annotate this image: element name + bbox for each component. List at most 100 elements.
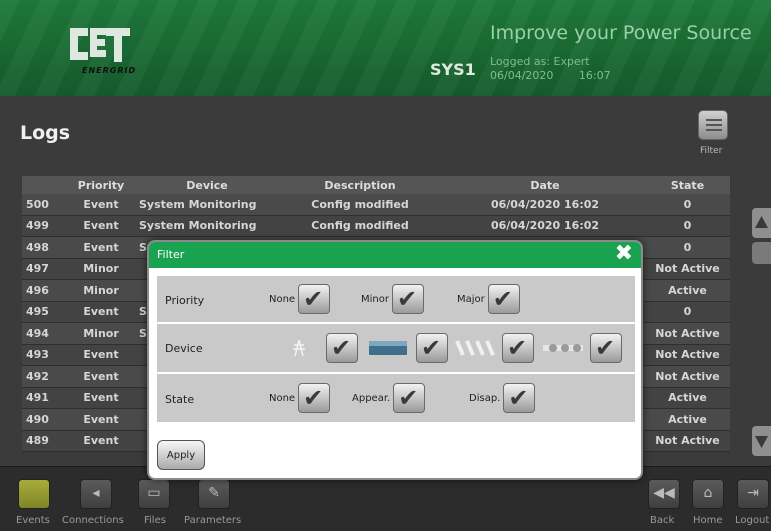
- current-date: 06/04/2020: [490, 69, 554, 82]
- state-label: State: [165, 393, 195, 406]
- state-disap-checkbox[interactable]: [503, 383, 536, 413]
- priority-none-option[interactable]: None: [269, 284, 331, 314]
- priority-minor-checkbox[interactable]: [391, 284, 424, 314]
- cell-priority: Event: [83, 348, 119, 362]
- device-label: Device: [165, 342, 203, 355]
- cell-state: Not Active: [655, 369, 720, 383]
- cell-device: System Monitoring: [139, 219, 257, 233]
- logout-label: Logout: [735, 515, 770, 526]
- cell-id: 495: [26, 305, 49, 319]
- device-battery-checkbox[interactable]: [416, 333, 448, 363]
- cell-date: 06/04/2020 16:02: [490, 197, 600, 211]
- cell-priority: Event: [83, 434, 119, 448]
- filter-button[interactable]: [698, 110, 728, 140]
- chain-icon: [543, 344, 583, 352]
- cell-id: 496: [26, 283, 49, 297]
- events-label: Events: [16, 515, 50, 526]
- filter-icon: [706, 119, 722, 121]
- device-link-checkbox[interactable]: [590, 333, 622, 363]
- scroll-up-button[interactable]: [752, 208, 771, 238]
- cet-logo: [70, 28, 130, 62]
- cell-priority: Minor: [83, 262, 119, 276]
- option-label: Disap.: [469, 392, 501, 404]
- files-button[interactable]: ▭: [138, 479, 170, 509]
- cell-state: Not Active: [655, 262, 720, 276]
- col-device: Device: [186, 178, 228, 192]
- cell-id: 498: [26, 240, 49, 254]
- filter-icon-bar: [706, 124, 722, 126]
- cell-device: System Monitoring: [139, 197, 257, 211]
- home-button[interactable]: ⌂: [692, 479, 724, 509]
- device-converter-checkbox[interactable]: [502, 333, 534, 363]
- close-icon[interactable]: ✖: [615, 243, 633, 265]
- state-appear-option[interactable]: Appear.: [352, 383, 426, 413]
- device-grid-checkbox[interactable]: [326, 333, 358, 363]
- state-appear-checkbox[interactable]: [393, 383, 426, 413]
- cell-state: Not Active: [655, 434, 720, 448]
- connections-icon: ◂: [92, 485, 100, 501]
- device-converter-option[interactable]: [453, 333, 534, 363]
- datetime: 06/04/2020 16:07: [490, 69, 633, 82]
- filter-icon-bar: [706, 129, 722, 131]
- system-name: SYS1: [430, 60, 476, 79]
- option-label: Appear.: [352, 392, 391, 404]
- logout-button[interactable]: ⇥: [737, 479, 769, 509]
- priority-none-checkbox[interactable]: [298, 284, 331, 314]
- current-time: 16:07: [578, 69, 611, 82]
- cell-id: 490: [26, 412, 49, 426]
- priority-group: Priority None Minor Major: [157, 276, 635, 322]
- cell-description: Config modified: [311, 219, 409, 233]
- dialog-title: Filter: [157, 248, 185, 261]
- table-row[interactable]: 499 Event System Monitoring Config modified…: [22, 215, 730, 237]
- connections-button[interactable]: ◂: [80, 479, 112, 509]
- cell-state: 0: [683, 240, 692, 254]
- back-label: Back: [650, 515, 675, 526]
- cell-id: 492: [26, 369, 49, 383]
- cell-description: Config modified: [311, 197, 409, 211]
- brand-subtitle: ENERGRID: [82, 66, 137, 75]
- state-disap-option[interactable]: Disap.: [469, 383, 536, 413]
- priority-minor-option[interactable]: Minor: [361, 284, 424, 314]
- state-none-option[interactable]: None: [269, 383, 331, 413]
- col-description: Description: [324, 178, 396, 192]
- cell-state: Active: [668, 283, 707, 297]
- cell-id: 494: [26, 326, 49, 340]
- apply-button[interactable]: Apply: [157, 440, 205, 470]
- option-label: None: [269, 392, 296, 404]
- files-label: Files: [144, 515, 166, 526]
- cell-state: 0: [683, 305, 692, 319]
- filter-label: Filter: [700, 146, 723, 156]
- cell-id: 491: [26, 391, 49, 405]
- events-button[interactable]: [18, 479, 50, 509]
- cell-priority: Event: [83, 412, 119, 426]
- cell-id: 497: [26, 262, 49, 276]
- device-grid-option[interactable]: [277, 333, 358, 363]
- col-date: Date: [530, 178, 560, 192]
- table-row[interactable]: 500 Event System Monitoring Config modified…: [22, 194, 730, 216]
- device-link-option[interactable]: [541, 333, 622, 363]
- scroll-thumb[interactable]: [752, 242, 771, 264]
- cell-priority: Minor: [83, 283, 119, 297]
- col-priority: Priority: [77, 178, 125, 192]
- cell-priority: Event: [83, 219, 119, 233]
- parameters-label: Parameters: [184, 515, 242, 526]
- home-icon: ⌂: [703, 485, 713, 501]
- back-button[interactable]: ◀◀: [648, 479, 680, 509]
- cell-state: Active: [668, 412, 707, 426]
- cell-priority: Event: [83, 197, 119, 211]
- parameters-button[interactable]: ✎: [198, 479, 230, 509]
- wrench-icon: ✎: [208, 485, 220, 501]
- table-header: Priority Device Description Date State: [22, 176, 730, 194]
- priority-major-checkbox[interactable]: [487, 284, 520, 314]
- cell-state: Not Active: [655, 348, 720, 362]
- logged-as: Logged as: Expert: [490, 55, 590, 68]
- option-label: None: [269, 293, 296, 305]
- connections-label: Connections: [62, 515, 124, 526]
- home-label: Home: [693, 515, 723, 526]
- state-none-checkbox[interactable]: [298, 383, 331, 413]
- device-battery-option[interactable]: [367, 333, 448, 363]
- files-icon: ▭: [147, 485, 161, 501]
- scroll-down-button[interactable]: [752, 426, 771, 456]
- col-state: State: [670, 178, 705, 192]
- priority-major-option[interactable]: Major: [457, 284, 520, 314]
